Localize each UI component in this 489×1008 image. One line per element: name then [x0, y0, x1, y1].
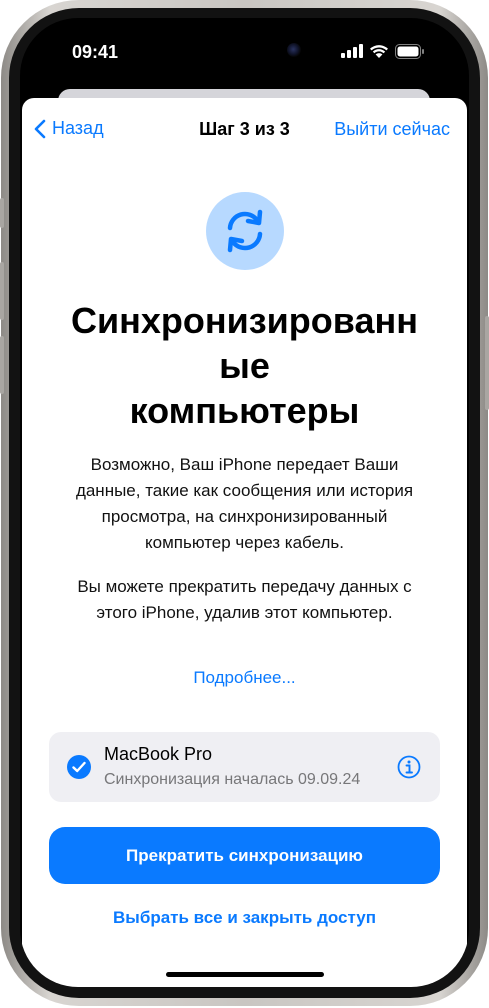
volume-down-button — [0, 336, 4, 394]
check-glyph — [72, 761, 86, 773]
checkmark-icon[interactable] — [67, 755, 91, 779]
description-line: данные, такие как сообщения или история — [75, 481, 414, 500]
back-label: Назад — [52, 118, 104, 138]
exit-now-button[interactable]: Выйти сейчас — [334, 119, 450, 140]
info-icon[interactable] — [397, 755, 421, 779]
description-line: Возможно, Ваш iPhone передает Ваши — [90, 455, 399, 474]
description-line: компьютер через кабель. — [144, 533, 344, 552]
home-indicator[interactable] — [166, 972, 324, 977]
signal-icon — [341, 44, 363, 58]
phone-screen: 09:41 Назад Шаг 3 из 3 Выйти сейчас Синх… — [20, 18, 469, 987]
back-button[interactable]: Назад — [34, 118, 104, 139]
device-list-item[interactable]: MacBook Pro Синхронизация началась 09.09… — [49, 732, 440, 802]
description-line: просмотра, на синхронизированный — [101, 507, 388, 526]
page-title-line: Синхронизированн — [71, 300, 418, 341]
page-title-line: ые — [219, 345, 270, 386]
sync-icon-badge — [206, 192, 284, 270]
device-sync-date: Синхронизация началась 09.09.24 — [104, 771, 361, 788]
select-all-revoke-access-button[interactable]: Выбрать все и закрыть доступ — [22, 908, 467, 928]
info-line: Вы можете прекратить передачу данных с — [77, 577, 412, 596]
sync-computers-sheet: Назад Шаг 3 из 3 Выйти сейчас Синхронизи… — [22, 98, 467, 987]
stop-sync-button[interactable]: Прекратить синхронизацию — [49, 827, 440, 884]
chevron-left-icon — [34, 119, 46, 138]
volume-up-button — [0, 262, 4, 320]
side-button — [485, 316, 489, 410]
status-time: 09:41 — [72, 42, 119, 62]
sync-icon — [227, 209, 263, 253]
wifi-icon — [370, 45, 388, 58]
description-paragraph: Возможно, Ваш iPhone передает Ваши данны… — [44, 452, 445, 556]
battery-icon — [395, 43, 424, 59]
learn-more-link[interactable]: Подробнее... — [22, 668, 467, 688]
info-paragraph: Вы можете прекратить передачу данных с э… — [44, 574, 445, 626]
page-title-line: компьютеры — [129, 390, 360, 431]
status-icons — [341, 42, 425, 60]
device-name: MacBook Pro — [104, 744, 213, 764]
info-line: этого iPhone, удалив этот компьютер. — [96, 603, 393, 622]
page-title: Синхронизированн ые компьютеры — [34, 298, 455, 433]
action-button — [0, 198, 4, 228]
camera-icon — [287, 43, 301, 57]
